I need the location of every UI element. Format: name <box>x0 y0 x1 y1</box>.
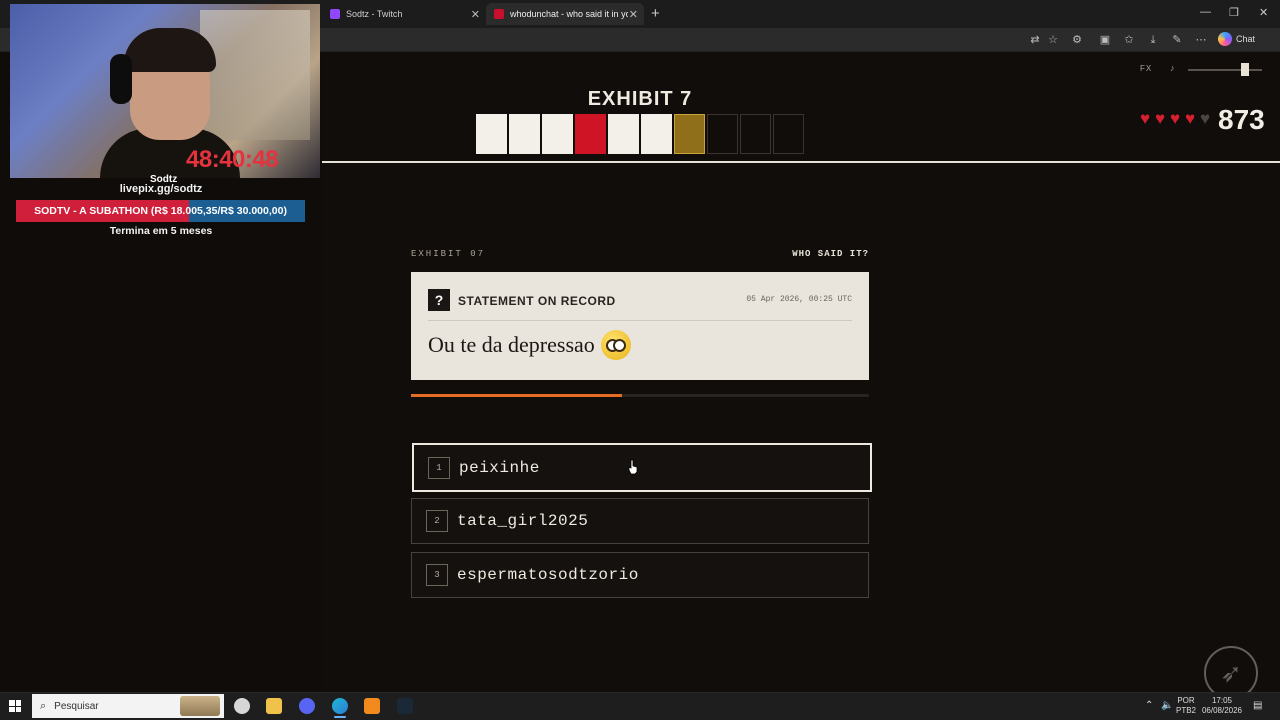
subathon-ends: Termina em 5 meses <box>109 225 213 237</box>
answer-option-1[interactable]: 1 peixinhe <box>412 443 872 492</box>
file-explorer-icon[interactable] <box>266 698 282 714</box>
taskbar-app-orange-icon[interactable] <box>364 698 380 714</box>
option-name: espermatosodtzorio <box>457 566 639 584</box>
score: 873 <box>1218 104 1265 135</box>
search-placeholder: Pesquisar <box>54 700 99 712</box>
progress-square-white <box>641 114 672 154</box>
heart-full-icon: ♥ <box>1155 109 1166 128</box>
new-tab-button[interactable]: + <box>651 5 660 22</box>
progress-square-empty <box>740 114 771 154</box>
tab-label: whodunchat - who said it in your chat <box>510 9 628 19</box>
favorite-star-icon[interactable]: ☆ <box>1046 33 1060 47</box>
header-divider <box>322 161 1280 163</box>
answer-timer <box>411 394 869 397</box>
progress-square-gold <box>674 114 705 154</box>
tab-label: Sodtz - Twitch <box>346 9 403 19</box>
subathon-text: SODTV - A SUBATHON (R$ 18.005,35/R$ 30.0… <box>34 205 287 217</box>
card-divider <box>428 320 852 321</box>
heart-full-icon: ♥ <box>1170 109 1181 128</box>
chat-label: Chat <box>1236 34 1256 44</box>
statement-date: 05 Apr 2026, 00:25 UTC <box>746 295 852 304</box>
subathon-timer: 48:40:48 <box>186 146 279 173</box>
lang-top: POR <box>1177 696 1195 705</box>
statement-quote: Ou te da depressao <box>428 330 631 360</box>
hand-cursor-icon <box>628 459 638 475</box>
exhibit-title: EXHIBIT 7 <box>587 88 693 110</box>
statement-title: STATEMENT ON RECORD <box>458 294 616 308</box>
statement-card: ? STATEMENT ON RECORD 05 Apr 2026, 00:25… <box>411 272 869 380</box>
livepix-link: livepix.gg/sodtz <box>119 183 203 195</box>
exhibit-number-label: EXHIBIT 07 <box>411 249 486 259</box>
maximize-icon[interactable]: ❐ <box>1229 6 1239 19</box>
close-window-icon[interactable]: ✕ <box>1259 6 1268 19</box>
favorites-icon[interactable]: ✩ <box>1122 33 1136 47</box>
fx-toggle[interactable]: FX <box>1140 64 1152 73</box>
webcam-shelf <box>200 10 310 140</box>
option-name: tata_girl2025 <box>457 512 589 530</box>
close-tab-icon[interactable]: ✕ <box>629 8 638 21</box>
option-number: 3 <box>426 564 448 586</box>
whodunchat-icon <box>494 9 504 19</box>
tray-clock[interactable]: 17:05 06/08/2026 <box>1200 696 1244 716</box>
translate-icon[interactable]: ⇄ <box>1028 33 1042 47</box>
download-icon[interactable]: ⤓ <box>1146 33 1160 47</box>
progress-square-white <box>542 114 573 154</box>
option-number: 2 <box>426 510 448 532</box>
windows-start-icon[interactable] <box>9 700 21 712</box>
edge-active-indicator <box>334 716 346 718</box>
extensions-icon[interactable]: ⚙ <box>1070 33 1084 47</box>
quote-text: Ou te da depressao <box>428 332 595 357</box>
subathon-bar: SODTV - A SUBATHON (R$ 18.005,35/R$ 30.0… <box>16 200 305 222</box>
tab-twitch[interactable]: Sodtz - Twitch ✕ <box>322 3 486 25</box>
progress-square-empty <box>707 114 738 154</box>
keyboard-language[interactable]: POR PTB2 <box>1176 696 1196 716</box>
option-name: peixinhe <box>459 458 540 477</box>
discord-icon[interactable] <box>299 698 315 714</box>
music-note-icon[interactable]: ♪ <box>1170 63 1175 73</box>
progress-square-white <box>476 114 507 154</box>
taskbar-app-face-icon[interactable] <box>234 698 250 714</box>
heart-empty-icon: ♥ <box>1200 109 1211 128</box>
search-icon: ⌕ <box>40 699 47 712</box>
question-icon: ? <box>428 289 450 311</box>
split-screen-icon[interactable]: ▣ <box>1098 33 1112 47</box>
edge-icon[interactable] <box>332 698 348 714</box>
answer-option-3[interactable]: 3 espermatosodtzorio <box>411 552 869 598</box>
steam-icon[interactable] <box>397 698 413 714</box>
heart-full-icon: ♥ <box>1140 109 1151 128</box>
option-number: 1 <box>428 456 450 479</box>
minimize-icon[interactable]: — <box>1200 6 1211 18</box>
clock-time: 17:05 <box>1211 696 1233 705</box>
progress-square-white <box>608 114 639 154</box>
pen-icon[interactable]: ✎ <box>1170 33 1184 47</box>
volume-slider[interactable] <box>1188 69 1262 71</box>
more-menu-icon[interactable]: ⋯ <box>1194 33 1208 47</box>
clock-date: 06/08/2026 <box>1201 706 1243 715</box>
who-said-it-label: WHO SAID IT? <box>792 249 869 259</box>
tab-whodunchat[interactable]: whodunchat - who said it in your chat ✕ <box>486 3 644 25</box>
twitch-icon <box>330 9 340 19</box>
chat-button[interactable]: Chat <box>1218 32 1255 46</box>
lang-bottom: PTB2 <box>1176 706 1197 715</box>
progress-square-white <box>509 114 540 154</box>
close-tab-icon[interactable]: ✕ <box>471 8 480 21</box>
copilot-icon <box>1218 32 1232 46</box>
heart-full-icon: ♥ <box>1185 109 1196 128</box>
answer-timer-fill <box>411 394 622 397</box>
notifications-icon[interactable]: ▤ <box>1253 700 1262 711</box>
tray-chevron-up-icon[interactable]: ⌃ <box>1145 700 1153 711</box>
webcam-headset <box>110 54 132 104</box>
progress-square-empty <box>773 114 804 154</box>
progress-square-red <box>575 114 606 154</box>
answer-option-2[interactable]: 2 tata_girl2025 <box>411 498 869 544</box>
search-highlight-image <box>180 696 220 716</box>
goofy-face-emoji-icon <box>600 330 631 360</box>
taskbar-search[interactable]: ⌕ Pesquisar <box>32 694 224 718</box>
volume-slider-handle[interactable] <box>1240 63 1249 76</box>
speaker-icon[interactable]: 🔈 <box>1161 700 1173 711</box>
